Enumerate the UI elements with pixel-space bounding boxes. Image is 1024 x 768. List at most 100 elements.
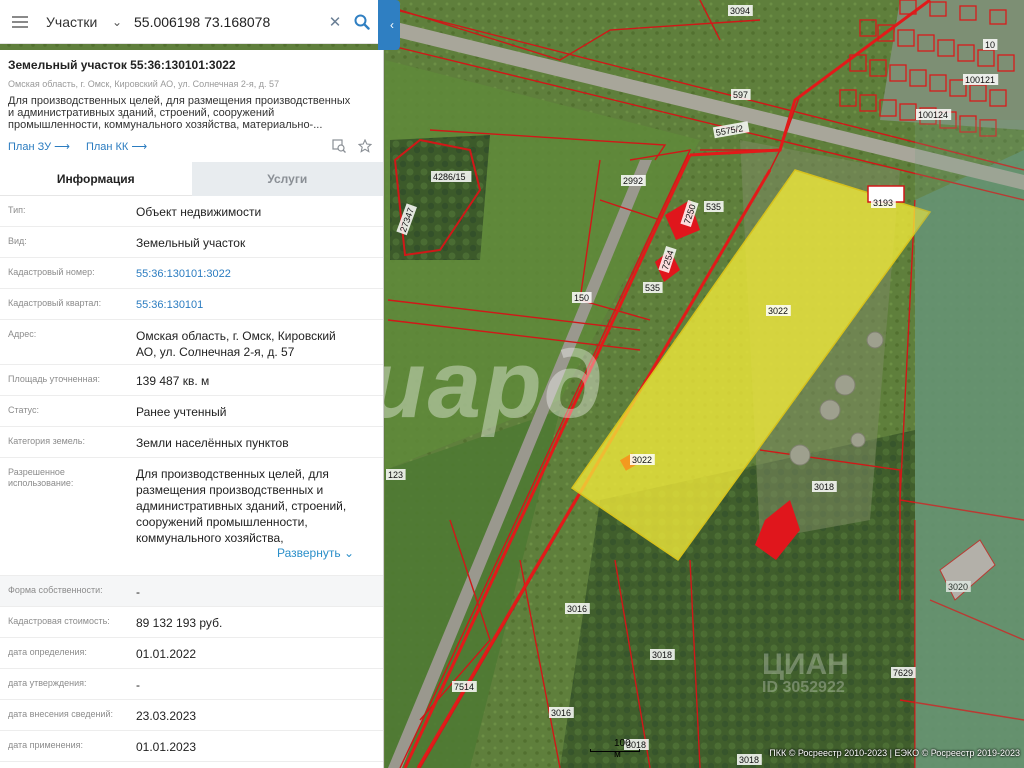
- plot-number-label: 3022: [632, 455, 652, 465]
- parcel-address: Омская область, г. Омск, Кировский АО, у…: [8, 79, 280, 89]
- table-row: Площадь уточненная: 139 487 кв. м: [0, 365, 383, 396]
- row-value-line: размещения производственных и: [136, 483, 324, 497]
- plot-number-label: 4286/15: [433, 172, 466, 182]
- cadastral-quarter-link[interactable]: 55:36:130101: [136, 289, 375, 319]
- expand-label: Развернуть: [276, 546, 341, 560]
- plot-label: 3018: [650, 649, 675, 660]
- table-row: дата применения: 01.01.2023: [0, 731, 383, 762]
- search-input[interactable]: [128, 6, 324, 37]
- row-key: Площадь уточненная:: [8, 374, 100, 384]
- attributes-table: Тип: Объект недвижимости Вид: Земельный …: [0, 196, 383, 762]
- clear-icon[interactable]: ✕: [324, 13, 346, 31]
- plan-zu-link[interactable]: План ЗУ ⟶: [8, 140, 70, 153]
- row-key-line: использование:: [8, 478, 74, 488]
- plot-number-label: 3016: [567, 604, 587, 614]
- table-row: Адрес: Омская область, г. Омск, Кировски…: [0, 320, 383, 365]
- menu-icon[interactable]: [0, 0, 40, 44]
- row-value: Земли населённых пунктов: [136, 436, 289, 450]
- plot-label: 123: [386, 469, 406, 480]
- plot-label: 7514: [452, 681, 477, 692]
- table-row: дата внесения сведений: 23.03.2023: [0, 700, 383, 731]
- plan-kk-link[interactable]: План КК ⟶: [86, 140, 147, 153]
- tab-services[interactable]: Услуги: [191, 162, 383, 196]
- table-row: Категория земель: Земли населённых пункт…: [0, 427, 383, 458]
- row-value-line: АО, ул. Солнечная 2-я, д. 57: [136, 345, 295, 359]
- row-key: дата применения:: [8, 740, 84, 750]
- row-value: Земельный участок: [136, 236, 246, 250]
- plot-number-label: 3018: [814, 482, 834, 492]
- row-value-line: административных зданий, строений,: [136, 499, 347, 513]
- search-bar: Участки ⌄ ✕: [0, 0, 378, 44]
- parcel-description: Для производственных целей, для размещен…: [8, 95, 375, 131]
- locate-on-map-icon[interactable]: [329, 138, 349, 154]
- plot-number-label: 3018: [652, 650, 672, 660]
- arrow-right-icon: ⟶: [131, 140, 148, 153]
- table-row: Вид: Земельный участок: [0, 227, 383, 258]
- row-key: Кадастровый номер:: [8, 267, 95, 277]
- parcel-description-line: и административных зданий, строений, соо…: [8, 107, 275, 119]
- plot-label: 150: [572, 292, 592, 303]
- plot-number-label: 535: [706, 202, 721, 212]
- info-panel: Земельный участок 55:36:130101:3022 Омск…: [0, 50, 384, 768]
- row-key: Форма собственности:: [8, 585, 103, 595]
- row-key: дата определения:: [8, 647, 87, 657]
- search-icon[interactable]: [346, 0, 378, 44]
- tab-info[interactable]: Информация: [0, 162, 192, 196]
- chevron-down-icon: ⌄: [111, 14, 122, 29]
- plot-label: 7629: [891, 667, 916, 678]
- plot-label: 3018: [737, 754, 762, 765]
- row-value: Для производственных целей, для размещен…: [136, 458, 375, 575]
- cadastral-number-link[interactable]: 55:36:130101:3022: [136, 258, 375, 288]
- plot-label: 4286/15: [431, 171, 472, 182]
- layer-select[interactable]: Участки ⌄: [40, 0, 128, 44]
- plot-label: 535: [643, 282, 663, 293]
- row-key: Адрес:: [8, 329, 37, 339]
- row-value-line: сооружений промышленности,: [136, 515, 308, 529]
- row-value: 139 487 кв. м: [136, 374, 210, 388]
- plan-zu-label: План ЗУ: [8, 140, 52, 153]
- plot-label: 100124: [916, 109, 952, 120]
- plot-number-label: 7514: [454, 682, 474, 692]
- star-icon[interactable]: [355, 138, 375, 154]
- table-row: дата определения: 01.01.2022: [0, 638, 383, 669]
- row-key: Статус:: [8, 405, 39, 415]
- plot-label: 3094: [728, 5, 753, 16]
- row-key: дата внесения сведений:: [8, 709, 113, 719]
- row-value: 23.03.2023: [136, 709, 197, 723]
- row-key: Категория земель:: [8, 436, 85, 446]
- plot-number-label: 3193: [873, 198, 893, 208]
- map-overlay-strip: [915, 120, 1024, 768]
- row-key: Кадастровая стоимость:: [8, 616, 110, 626]
- table-row: Разрешенное использование: Для производс…: [0, 458, 383, 576]
- row-value: 89 132 193 руб.: [136, 616, 223, 630]
- plot-number-label: 535: [645, 283, 660, 293]
- plot-number-label: 7629: [893, 668, 913, 678]
- plot-number-label: 597: [733, 90, 748, 100]
- row-value: Объект недвижимости: [136, 205, 262, 219]
- expand-button[interactable]: Развернуть ⌄: [136, 546, 375, 560]
- parcel-title: Земельный участок 55:36:130101:3022: [8, 58, 236, 72]
- plot-label: 535: [704, 201, 724, 212]
- collapse-panel-button[interactable]: ‹: [384, 0, 400, 50]
- plot-label: 10: [983, 39, 998, 50]
- row-key-line: Разрешенное: [8, 467, 65, 477]
- plot-label: 100121: [963, 74, 999, 85]
- table-row: Статус: Ранее учтенный: [0, 396, 383, 427]
- plot-label: 3018: [812, 481, 837, 492]
- table-row: Кадастровый квартал: 55:36:130101: [0, 289, 383, 320]
- row-value-line: Омская область, г. Омск, Кировский: [136, 329, 336, 343]
- plot-number-label: 100121: [965, 75, 995, 85]
- scale-bar: 100 м: [590, 738, 640, 760]
- plan-kk-label: План КК: [85, 140, 129, 153]
- plot-number-label: 2992: [623, 176, 643, 186]
- plot-number-label: 100124: [918, 110, 948, 120]
- plot-label: 597: [731, 89, 751, 100]
- chevron-down-icon: ⌄: [343, 546, 354, 560]
- table-row: Кадастровая стоимость: 89 132 193 руб.: [0, 607, 383, 638]
- table-row: Кадастровый номер: 55:36:130101:3022: [0, 258, 383, 289]
- tabs: Информация Услуги: [0, 162, 383, 196]
- plot-label: 3193: [871, 197, 896, 208]
- row-key: Тип:: [8, 205, 26, 215]
- plot-number-label: 150: [574, 293, 589, 303]
- table-row: дата утверждения: -: [0, 669, 383, 700]
